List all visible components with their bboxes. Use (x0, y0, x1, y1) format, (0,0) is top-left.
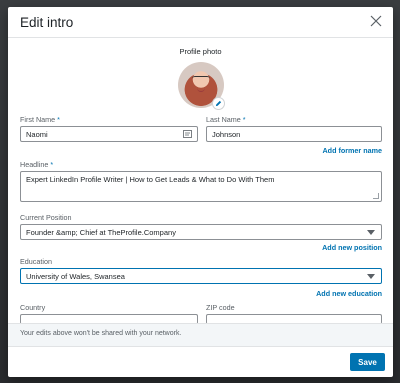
add-former-name-link[interactable]: Add former name (322, 146, 382, 155)
avatar-glasses (192, 76, 210, 83)
caret-down-icon (367, 274, 375, 279)
first-name-label-text: First Name (20, 115, 56, 124)
last-name-label-text: Last Name (206, 115, 241, 124)
last-name-value: Johnson (212, 130, 241, 139)
profile-photo-label: Profile photo (179, 47, 222, 56)
last-name-field[interactable]: Johnson (206, 126, 382, 142)
first-name-field[interactable]: Naomi (20, 126, 198, 142)
privacy-note: Your edits above won't be shared with yo… (8, 323, 393, 346)
headline-label-text: Headline (20, 160, 49, 169)
required-marker: * (242, 115, 246, 124)
first-name-value: Naomi (26, 130, 48, 139)
headline-value: Expert LinkedIn Profile Writer | How to … (26, 175, 275, 184)
required-marker: * (50, 160, 54, 169)
modal-title: Edit intro (20, 15, 74, 30)
required-marker: * (57, 115, 60, 124)
education-value: University of Wales, Swansea (26, 272, 125, 281)
pencil-icon[interactable] (213, 98, 224, 109)
close-icon[interactable] (369, 14, 383, 28)
zip-code-label: ZIP code (206, 303, 235, 312)
current-position-select[interactable]: Founder &amp; Chief at TheProfile.Compan… (20, 224, 382, 240)
avatar-smile (197, 88, 205, 92)
edit-intro-modal: Edit intro Profile photo First Name * Nao… (8, 7, 393, 377)
headline-textarea[interactable]: Expert LinkedIn Profile Writer | How to … (20, 171, 382, 202)
caret-down-icon (367, 230, 375, 235)
first-name-label: First Name * (20, 115, 60, 124)
current-position-value: Founder &amp; Chief at TheProfile.Compan… (26, 228, 176, 237)
save-button[interactable]: Save (350, 353, 385, 371)
education-select[interactable]: University of Wales, Swansea (20, 268, 382, 284)
modal-header: Edit intro (8, 7, 393, 38)
resize-handle[interactable] (373, 193, 379, 199)
last-name-label: Last Name * (206, 115, 246, 124)
modal-footer: Save (8, 346, 393, 377)
add-new-position-link[interactable]: Add new position (322, 243, 382, 252)
country-label: Country (20, 303, 46, 312)
add-new-education-link[interactable]: Add new education (316, 289, 382, 298)
current-position-label: Current Position (20, 213, 72, 222)
education-label: Education (20, 257, 52, 266)
contact-card-icon (183, 130, 192, 138)
headline-label: Headline * (20, 160, 53, 169)
